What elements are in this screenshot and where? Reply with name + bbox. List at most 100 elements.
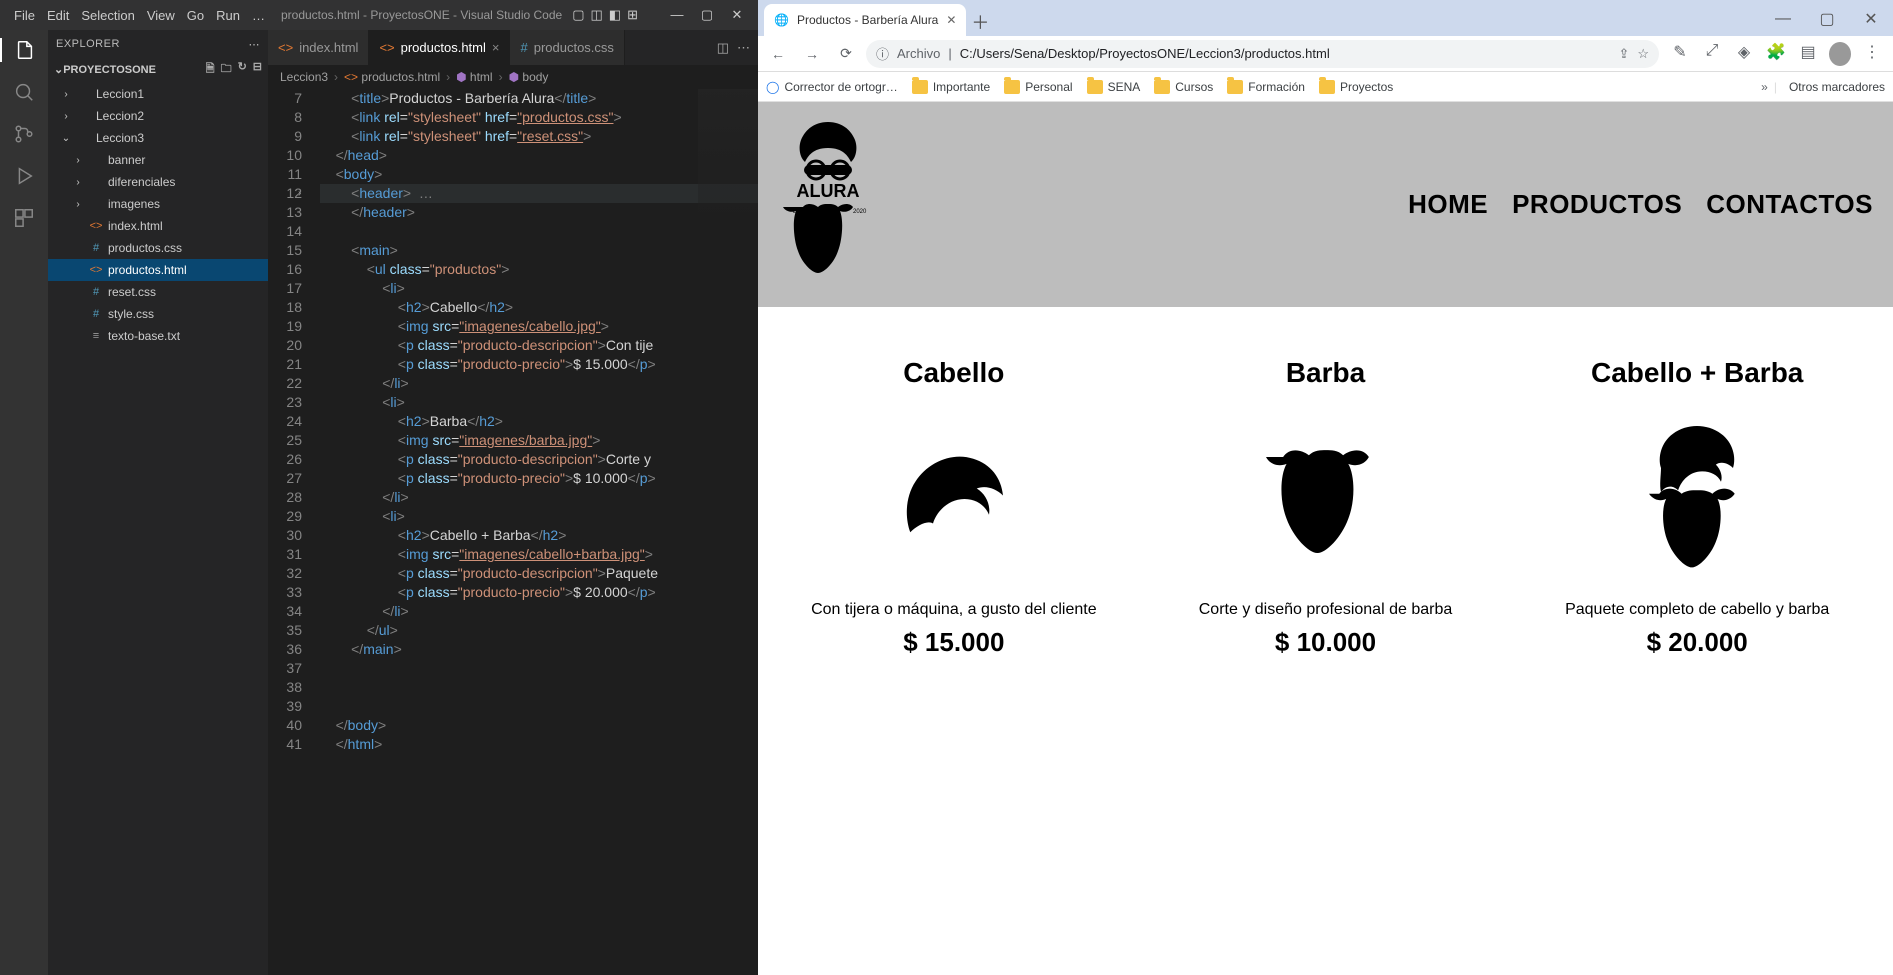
menu-bar[interactable]: FileEditSelectionViewGoRun… xyxy=(8,8,271,23)
menu-…[interactable]: … xyxy=(246,8,271,23)
maximize-icon[interactable]: ▢ xyxy=(1805,2,1849,36)
extension-icon[interactable]: ⤢ xyxy=(1701,42,1723,66)
refresh-icon[interactable]: ↻ xyxy=(238,60,247,79)
nav-home[interactable]: HOME xyxy=(1408,189,1488,220)
forward-button[interactable]: → xyxy=(798,40,826,68)
breadcrumb[interactable]: Leccion3›<> productos.html›⬢ html›⬢ body xyxy=(268,65,758,89)
new-folder-icon[interactable]: 🗀 xyxy=(221,60,232,79)
layout-icon[interactable]: ◫ xyxy=(591,7,603,23)
file-productos-css[interactable]: #productos.css xyxy=(48,237,268,259)
bookmark-item[interactable]: Cursos xyxy=(1154,80,1213,94)
bookmark-item[interactable]: Importante xyxy=(912,80,990,94)
hair-icon xyxy=(780,409,1128,585)
menu-go[interactable]: Go xyxy=(181,8,210,23)
minimize-icon[interactable]: — xyxy=(1761,2,1805,36)
bookmark-item[interactable]: Personal xyxy=(1004,80,1072,94)
address-bar[interactable]: ⓘ Archivo | C:/Users/Sena/Desktop/Proyec… xyxy=(866,40,1659,68)
collapse-icon[interactable]: ⊟ xyxy=(253,60,262,79)
tab-productos-html[interactable]: <>productos.html× xyxy=(369,30,510,65)
folder-icon xyxy=(1227,80,1243,94)
menu-selection[interactable]: Selection xyxy=(75,8,140,23)
bookmark-item[interactable]: ◯Corrector de ortogr… xyxy=(766,80,898,94)
share-icon[interactable]: ⇪ xyxy=(1618,46,1629,62)
bookmark-item[interactable]: Proyectos xyxy=(1319,80,1393,94)
menu-icon[interactable]: ⋮ xyxy=(1861,42,1883,66)
profile-avatar[interactable] xyxy=(1829,42,1851,66)
extension-icon[interactable]: ◈ xyxy=(1733,42,1755,66)
file-texto-base-txt[interactable]: ≡texto-base.txt xyxy=(48,325,268,347)
line-gutter: 7891011121314151617181920212223242526272… xyxy=(268,89,314,975)
close-icon[interactable]: ✕ xyxy=(724,7,750,23)
extensions-icon[interactable] xyxy=(12,206,36,230)
overflow-icon[interactable]: » xyxy=(1761,80,1768,94)
bookmark-item[interactable]: SENA xyxy=(1087,80,1141,94)
chrome-window: 🌐 Productos - Barbería Alura ✕ ＋ — ▢ ✕ ←… xyxy=(758,0,1893,975)
menu-view[interactable]: View xyxy=(141,8,181,23)
browser-tab[interactable]: 🌐 Productos - Barbería Alura ✕ xyxy=(764,4,966,36)
hair-beard-icon xyxy=(1523,409,1871,585)
more-icon[interactable]: ⋯ xyxy=(737,40,750,56)
layout-icon[interactable]: ▢ xyxy=(572,7,584,23)
new-tab-button[interactable]: ＋ xyxy=(966,8,994,36)
menu-file[interactable]: File xyxy=(8,8,41,23)
explorer-icon[interactable] xyxy=(0,38,48,62)
file-reset-css[interactable]: #reset.css xyxy=(48,281,268,303)
extensions-icon[interactable]: 🧩 xyxy=(1765,42,1787,66)
back-button[interactable]: ← xyxy=(764,40,792,68)
minimize-icon[interactable]: — xyxy=(664,7,690,23)
vscode-titlebar: FileEditSelectionViewGoRun… productos.ht… xyxy=(0,0,758,30)
minimap[interactable] xyxy=(698,89,758,289)
menu-run[interactable]: Run xyxy=(210,8,246,23)
search-icon[interactable] xyxy=(12,80,36,104)
split-icon[interactable]: ◫ xyxy=(717,40,729,56)
tab-productos-css[interactable]: #productos.css xyxy=(510,30,624,65)
run-debug-icon[interactable] xyxy=(12,164,36,188)
reload-button[interactable]: ⟳ xyxy=(832,40,860,68)
folder-Leccion2[interactable]: ›Leccion2 xyxy=(48,105,268,127)
file-tree: ›Leccion1›Leccion2⌄Leccion3›banner›difer… xyxy=(48,81,268,349)
nav-contactos[interactable]: CONTACTOS xyxy=(1706,189,1873,220)
menu-edit[interactable]: Edit xyxy=(41,8,75,23)
explorer-title: EXPLORER xyxy=(56,38,120,50)
star-icon[interactable]: ☆ xyxy=(1637,46,1649,62)
file-style-css[interactable]: #style.css xyxy=(48,303,268,325)
other-bookmarks[interactable]: Otros marcadores xyxy=(1789,80,1885,94)
product-desc: Con tijera o máquina, a gusto del client… xyxy=(780,601,1128,619)
more-icon[interactable]: ⋯ xyxy=(249,38,261,51)
folder-imagenes[interactable]: ›imagenes xyxy=(48,193,268,215)
page-header: ALURA ESTD 2020 HOME PRODUCTOS CONTACTOS xyxy=(758,102,1893,307)
source-control-icon[interactable] xyxy=(12,122,36,146)
file-productos-html[interactable]: <>productos.html xyxy=(48,259,268,281)
info-icon[interactable]: ⓘ xyxy=(876,44,889,63)
breadcrumb-item[interactable]: Leccion3 xyxy=(280,70,328,84)
close-icon[interactable]: ✕ xyxy=(1849,2,1893,36)
bookmark-item[interactable]: Formación xyxy=(1227,80,1305,94)
reading-list-icon[interactable]: ▤ xyxy=(1797,42,1819,66)
close-icon[interactable]: ✕ xyxy=(946,13,956,27)
code-lines[interactable]: <title>Productos - Barbería Alura</title… xyxy=(314,89,758,975)
folder-Leccion1[interactable]: ›Leccion1 xyxy=(48,83,268,105)
product-card: Cabello Con tijera o máquina, a gusto de… xyxy=(768,357,1140,658)
folder-banner[interactable]: ›banner xyxy=(48,149,268,171)
product-desc: Paquete completo de cabello y barba xyxy=(1523,601,1871,619)
folder-icon xyxy=(912,80,928,94)
breadcrumb-item[interactable]: ⬢ html xyxy=(456,70,492,84)
file-index-html[interactable]: <>index.html xyxy=(48,215,268,237)
breadcrumb-item[interactable]: ⬢ body xyxy=(509,70,549,84)
tab-index-html[interactable]: <>index.html xyxy=(268,30,369,65)
layout-icon[interactable]: ◧ xyxy=(609,7,621,23)
product-desc: Corte y diseño profesional de barba xyxy=(1152,601,1500,619)
folder-Leccion3[interactable]: ⌄Leccion3 xyxy=(48,127,268,149)
extension-icon[interactable]: ✎ xyxy=(1669,42,1691,66)
nav-productos[interactable]: PRODUCTOS xyxy=(1512,189,1682,220)
folder-diferenciales[interactable]: ›diferenciales xyxy=(48,171,268,193)
project-root[interactable]: ⌄ PROYECTOSONE 🗎 🗀 ↻ ⊟ xyxy=(48,58,268,81)
product-price: $ 15.000 xyxy=(780,627,1128,658)
new-file-icon[interactable]: 🗎 xyxy=(206,60,215,79)
maximize-icon[interactable]: ▢ xyxy=(694,7,720,23)
bookmark-label: Cursos xyxy=(1175,80,1213,94)
layout-buttons[interactable]: ▢ ◫ ◧ ⊞ xyxy=(572,7,638,23)
breadcrumb-item[interactable]: <> productos.html xyxy=(344,70,440,84)
svg-text:ALURA: ALURA xyxy=(797,181,860,201)
layout-icon[interactable]: ⊞ xyxy=(627,7,638,23)
